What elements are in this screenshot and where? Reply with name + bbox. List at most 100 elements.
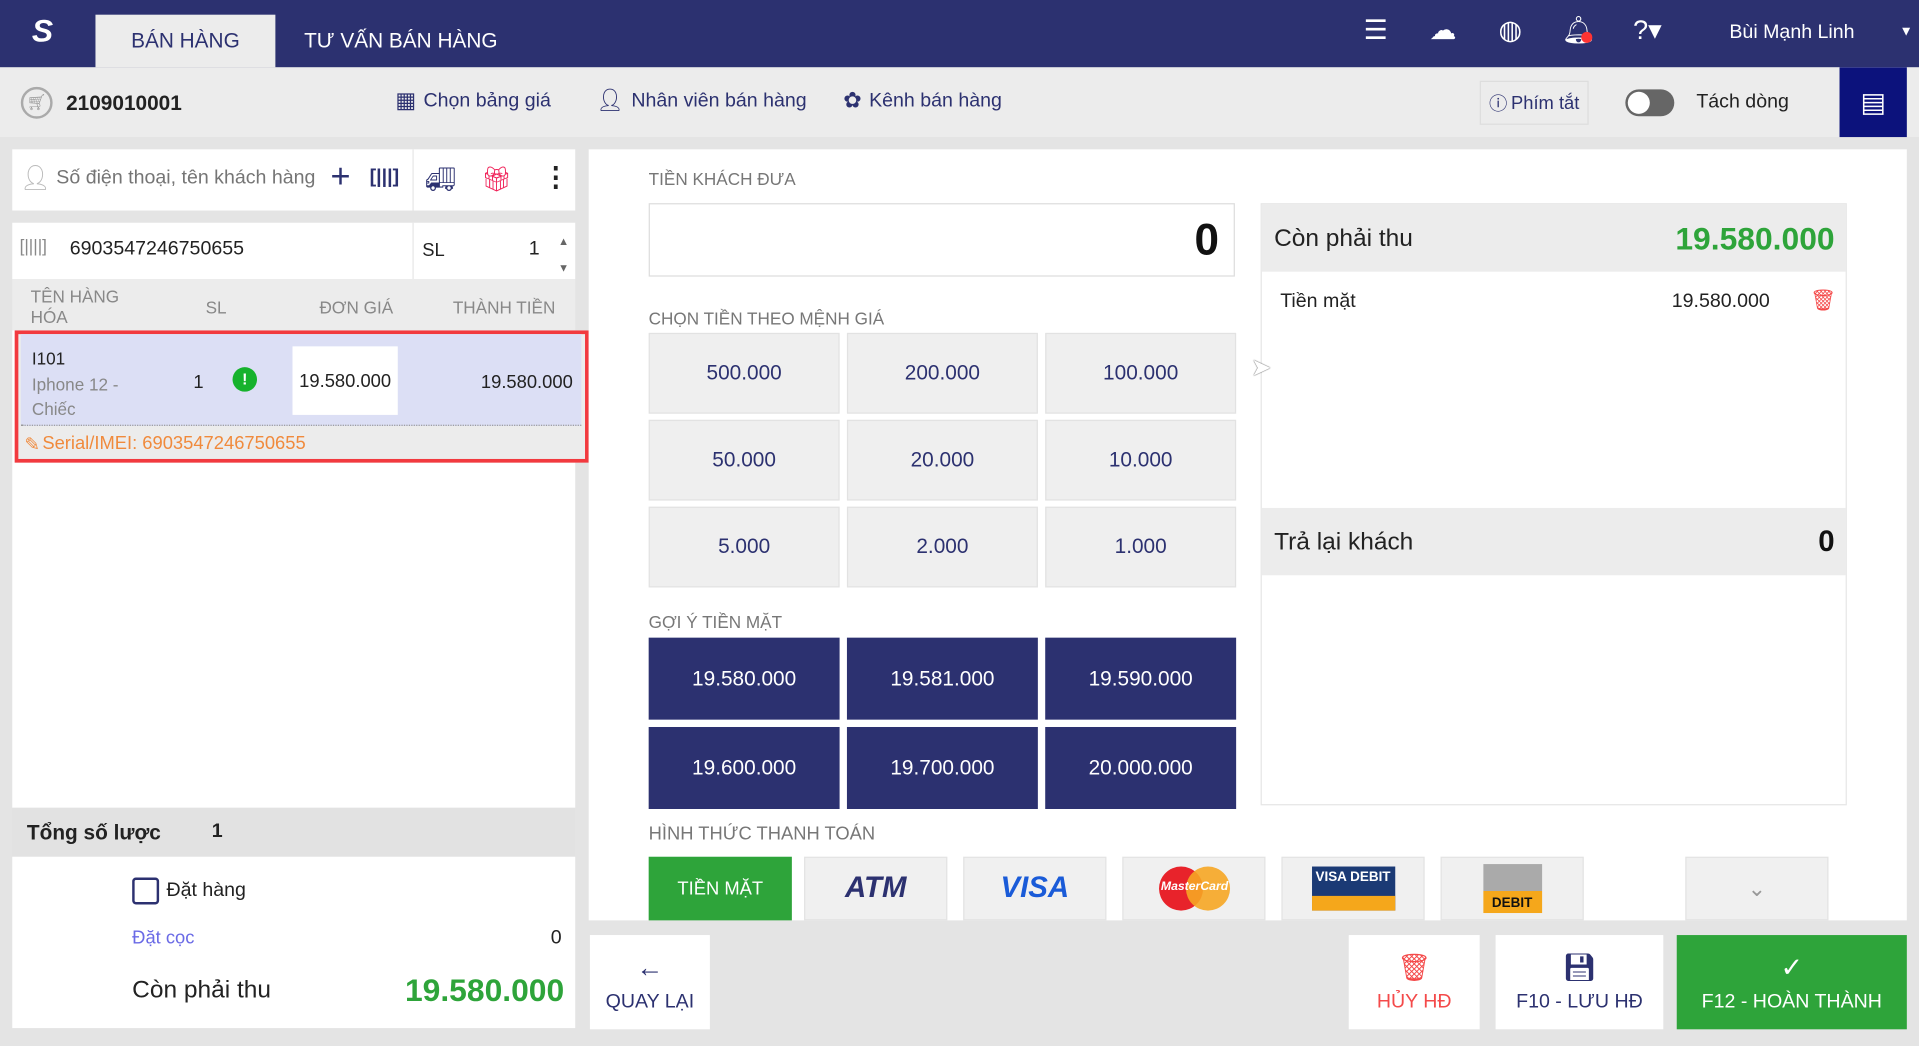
denom-button[interactable]: 10.000 bbox=[1045, 419, 1237, 501]
suggestion-button[interactable]: 19.580.000 bbox=[648, 637, 840, 720]
tab-tu-van-ban-hang[interactable]: TƯ VẤN BÁN HÀNG bbox=[294, 15, 508, 68]
finish-button[interactable]: ✓ F12 - HOÀN THÀNH bbox=[1676, 935, 1907, 1030]
table-row[interactable]: I101 Iphone 12 - Chiếc 1 ! 19.580.000 19… bbox=[14, 330, 589, 463]
order-checkbox[interactable] bbox=[132, 877, 160, 905]
cancel-invoice-button[interactable]: 🗑︎ HỦY HĐ bbox=[1348, 935, 1480, 1030]
check-icon: ✓ bbox=[1780, 951, 1804, 983]
method-atm[interactable]: ATM bbox=[804, 856, 948, 921]
qty-input[interactable]: 1 bbox=[529, 239, 540, 261]
network-icon: ✿ bbox=[843, 88, 862, 113]
mastercard-logo-icon: MasterCard bbox=[1158, 866, 1230, 911]
item-qty[interactable]: 1 bbox=[193, 372, 203, 393]
denom-button[interactable]: 50.000 bbox=[648, 419, 840, 501]
col-name: TÊN HÀNG HÓA bbox=[30, 286, 120, 327]
panel-toggle-button[interactable]: ▤ bbox=[1839, 67, 1907, 138]
shortcuts-label: Phím tắt bbox=[1511, 92, 1580, 114]
menu-icon[interactable]: ☰ bbox=[1357, 15, 1394, 47]
suggestion-button[interactable]: 19.600.000 bbox=[648, 726, 840, 809]
suggestion-button[interactable]: 19.581.000 bbox=[846, 637, 1038, 720]
split-lines-toggle[interactable] bbox=[1625, 89, 1675, 117]
method-label: HÌNH THỨC THANH TOÁN bbox=[648, 823, 876, 845]
method-cash[interactable]: TIỀN MẶT bbox=[648, 856, 792, 921]
col-qty: SL bbox=[205, 297, 227, 317]
customer-search-input[interactable] bbox=[56, 161, 326, 196]
denom-button[interactable]: 200.000 bbox=[846, 332, 1038, 414]
more-icon[interactable]: ⋮ bbox=[542, 162, 569, 194]
cloud-sync-icon[interactable]: ☁ bbox=[1425, 15, 1462, 47]
denom-button[interactable]: 5.000 bbox=[648, 506, 840, 588]
barcode-customer-icon[interactable]: [|||] bbox=[370, 166, 399, 188]
finish-label: F12 - HOÀN THÀNH bbox=[1701, 990, 1882, 1012]
method-debit[interactable]: DEBIT bbox=[1440, 856, 1584, 921]
more-methods-button[interactable]: ⌄ bbox=[1685, 856, 1829, 921]
denom-button[interactable]: 500.000 bbox=[648, 332, 840, 414]
item-price-input[interactable]: 19.580.000 bbox=[292, 346, 398, 415]
channel-label: Kênh bán hàng bbox=[869, 89, 1002, 111]
logo-icon: S bbox=[31, 12, 54, 49]
given-label: TIỀN KHÁCH ĐƯA bbox=[648, 168, 796, 189]
suggestion-button[interactable]: 20.000.000 bbox=[1045, 726, 1237, 809]
method-visa[interactable]: VISA bbox=[963, 856, 1107, 921]
save-invoice-button[interactable]: 💾︎ F10 - LƯU HĐ bbox=[1495, 935, 1664, 1030]
denom-button[interactable]: 20.000 bbox=[846, 419, 1038, 501]
add-customer-icon[interactable]: + bbox=[330, 157, 350, 196]
suggest-label: GỢI Ý TIỀN MẶT bbox=[648, 611, 783, 632]
suggestion-button[interactable]: 19.590.000 bbox=[1045, 637, 1237, 720]
item-code: I101 bbox=[31, 348, 66, 369]
shortcuts-button[interactable]: ⓘ Phím tắt bbox=[1479, 80, 1589, 125]
denom-button[interactable]: 2.000 bbox=[846, 506, 1038, 588]
help-icon[interactable]: ?▾ bbox=[1620, 15, 1674, 47]
method-mastercard[interactable]: MasterCard bbox=[1122, 856, 1266, 921]
method-visa-debit[interactable]: VISA DEBIT bbox=[1281, 856, 1425, 921]
qty-stepper[interactable]: ▲ ▼ bbox=[558, 228, 569, 282]
user-name[interactable]: Bùi Mạnh Linh bbox=[1729, 22, 1854, 44]
col-total: THÀNH TIỀN bbox=[452, 297, 556, 317]
staff-button[interactable]: 👤︎ Nhân viên bán hàng bbox=[596, 88, 807, 114]
denom-label: CHỌN TIỀN THEO MỆNH GIÁ bbox=[648, 308, 885, 329]
tab-ban-hang[interactable]: BÁN HÀNG bbox=[95, 14, 276, 68]
warning-icon[interactable]: ! bbox=[232, 367, 258, 392]
cart-icon: 🛒︎ bbox=[20, 86, 53, 119]
bell-icon[interactable]: 🔔︎ bbox=[1560, 15, 1597, 47]
person-icon: 👤︎ bbox=[596, 88, 625, 113]
back-label: QUAY LẠI bbox=[605, 990, 695, 1012]
mouse-cursor: ➤ bbox=[1250, 354, 1272, 382]
globe-icon[interactable]: ◍ bbox=[1492, 15, 1529, 47]
change-value: 0 bbox=[1818, 525, 1835, 559]
pencil-icon: ✎ bbox=[24, 434, 40, 456]
serial-link[interactable]: ✎ Serial/IMEI: 6903547246750655 bbox=[24, 433, 305, 455]
trash-icon[interactable]: 🗑︎ bbox=[1810, 289, 1836, 313]
item-name: Iphone 12 - Chiếc bbox=[31, 374, 119, 419]
invoice-id: 2109010001 bbox=[66, 91, 182, 116]
right-due-label: Còn phải thu bbox=[1274, 225, 1413, 253]
due-label: Còn phải thu bbox=[132, 976, 271, 1004]
arrow-left-icon: ← bbox=[636, 951, 664, 983]
user-dropdown-icon[interactable]: ▼ bbox=[1899, 24, 1912, 39]
price-list-button[interactable]: ▦ Chọn bảng giá bbox=[395, 88, 551, 114]
staff-label: Nhân viên bán hàng bbox=[631, 89, 807, 111]
denom-button[interactable]: 1.000 bbox=[1045, 506, 1237, 588]
book-icon: ▤ bbox=[1860, 86, 1886, 117]
cancel-label: HỦY HĐ bbox=[1376, 990, 1452, 1012]
save-label: F10 - LƯU HĐ bbox=[1516, 990, 1643, 1012]
right-due-value: 19.580.000 bbox=[1675, 220, 1835, 258]
barcode-input[interactable]: 6903547246750655 bbox=[70, 239, 244, 261]
chevron-down-icon: ⌄ bbox=[1747, 875, 1767, 901]
question-icon: ⓘ bbox=[1488, 93, 1508, 115]
given-input[interactable]: 0 bbox=[648, 203, 1235, 277]
gift-icon[interactable]: 🎁︎ bbox=[481, 164, 512, 195]
floppy-icon: 💾︎ bbox=[1562, 951, 1597, 983]
payment-line-amount: 19.580.000 bbox=[1671, 291, 1770, 313]
channel-button[interactable]: ✿ Kênh bán hàng bbox=[843, 88, 1002, 114]
back-button[interactable]: ← QUAY LẠI bbox=[589, 935, 710, 1030]
deposit-link[interactable]: Đặt cọc bbox=[132, 928, 194, 949]
denom-button[interactable]: 100.000 bbox=[1045, 332, 1237, 414]
user-icon: 👤︎ bbox=[19, 165, 51, 193]
serial-text: Serial/IMEI: 6903547246750655 bbox=[42, 433, 306, 455]
truck-icon[interactable]: 🚚︎ bbox=[425, 164, 456, 195]
total-qty-label: Tổng số lược bbox=[26, 821, 161, 845]
total-qty-value: 1 bbox=[211, 821, 223, 843]
split-lines-label: Tách dòng bbox=[1696, 91, 1789, 113]
suggestion-button[interactable]: 19.700.000 bbox=[846, 726, 1038, 809]
item-total: 19.580.000 bbox=[480, 372, 573, 393]
